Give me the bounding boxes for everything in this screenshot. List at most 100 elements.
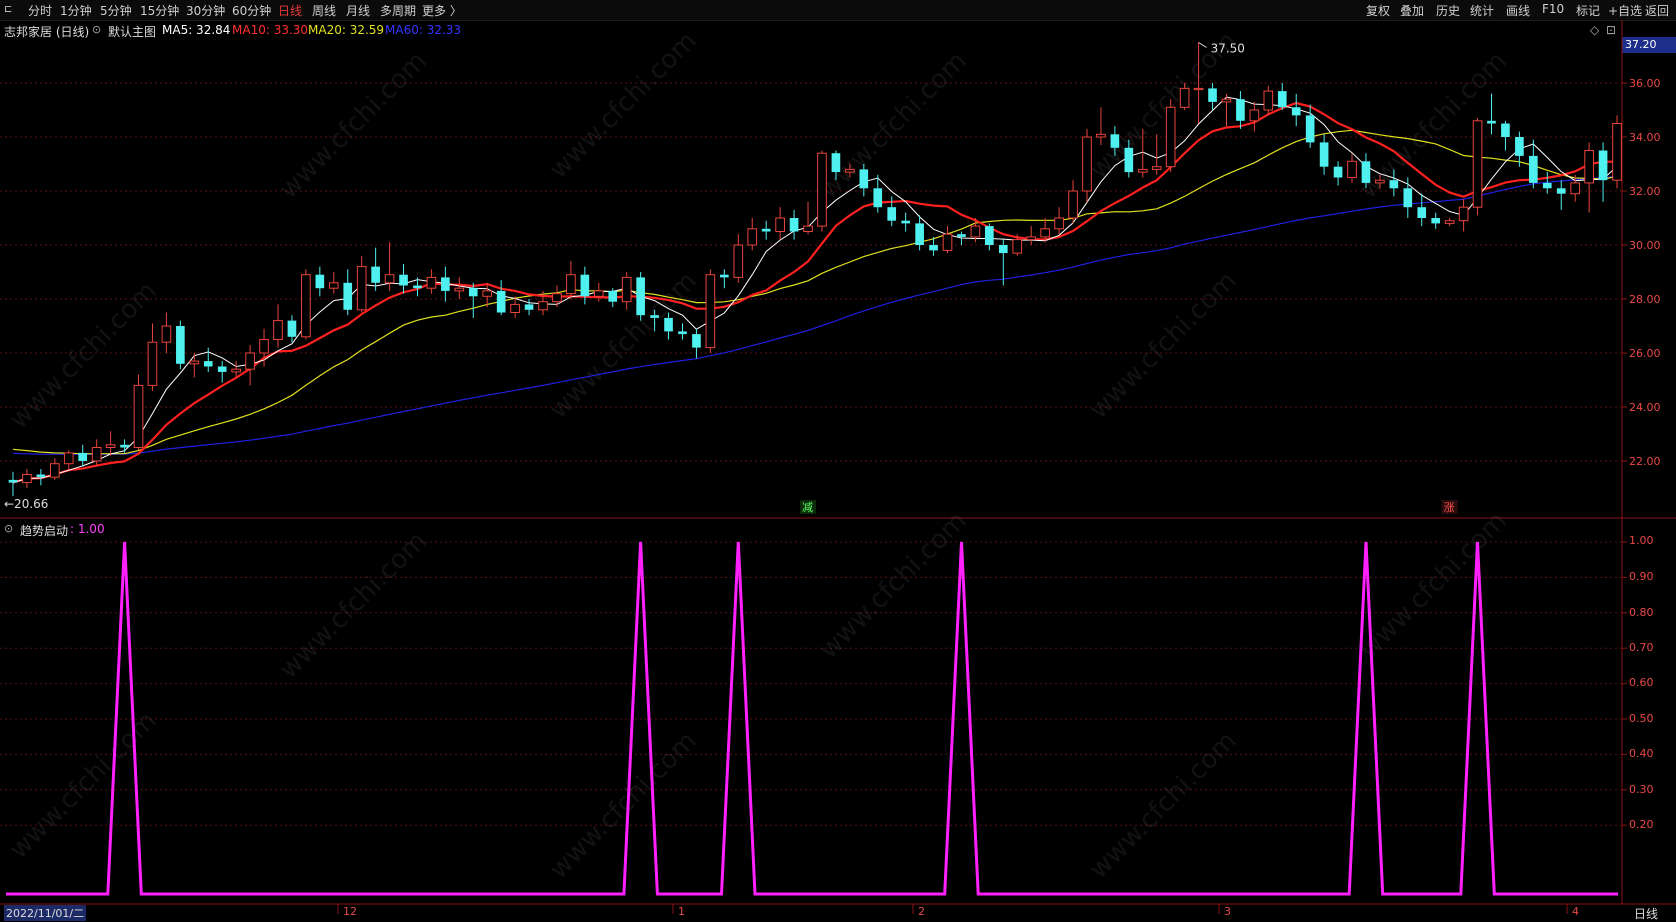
indicator-axis-label: 0.50 [1629,712,1654,725]
candle-body-up [482,290,493,297]
candle-body-down [78,452,88,461]
candle-body-up [747,228,758,246]
watermark-text: www.cfchi.com [274,46,433,205]
candle-body-down [371,266,380,283]
candle-body-up [1347,160,1357,179]
candle-body-up [1012,239,1023,254]
trend-signal-line [6,541,1618,896]
indicator-axis-label: 0.90 [1629,570,1654,583]
candle-body-up [733,244,744,278]
candle-body-up [189,360,200,365]
candle-body-up [775,217,785,232]
candle-body-up [817,152,827,227]
price-axis-label: 26.00 [1629,347,1661,360]
candle-body-down [1529,155,1538,183]
price-axis-label: 24.00 [1629,401,1661,414]
candle-body-down [957,234,966,237]
candle-body-down [1110,134,1120,148]
period-button[interactable]: 日线 [1634,905,1658,922]
candle-body-down [692,334,701,348]
candle-body-down [761,228,771,232]
candle-body-up [1026,236,1037,241]
candle-body-up [1165,106,1176,168]
candle-body-up [22,474,32,484]
candle-body-down [1515,137,1524,156]
candle-body-down [203,361,213,367]
candle-body-down [1501,123,1510,137]
candle-body-up [259,339,269,354]
high-price-label: 37.50 [1211,42,1245,56]
candle-body-up [705,274,716,349]
candle-body-down [343,282,353,310]
candle-body-up [328,282,339,289]
candle-body-up [970,225,981,238]
candle-body-up [1096,133,1106,138]
candle-body-up [49,463,60,478]
candle-body-up [1444,220,1455,224]
candle-body-up [426,276,437,289]
candle-body-up [1375,179,1385,184]
candle-body-up [384,274,395,284]
candle-body-up [1472,120,1483,208]
candle-body-down [1487,120,1496,124]
candle-body-down [1124,147,1134,173]
candle-body-up [1040,228,1050,238]
candle-body-down [1431,218,1441,224]
candle-body-down [608,290,618,302]
candle-body-down [915,223,924,245]
candle-body-down [315,274,325,289]
candle-body-up [552,293,562,303]
marker-up-label: 涨 [1444,501,1455,514]
x-tick-label: 12 [343,905,357,918]
candle-body-up [621,276,632,303]
candle-body-up [803,225,813,233]
candle-body-down [120,444,129,448]
x-tick-label: 3 [1224,905,1231,918]
candle-body-down [1403,188,1413,208]
candle-body-down [496,290,506,313]
candle-body-up [161,325,172,343]
price-axis-label: 28.00 [1629,293,1661,306]
ma5-line [12,96,1618,484]
candle-body-up [1193,87,1204,91]
candle-body-up [1249,109,1260,122]
candle-body-down [580,274,590,297]
candle-body-up [231,368,241,373]
watermark-text: www.cfchi.com [814,506,973,665]
candle-body-down [1361,161,1371,183]
candle-body-down [1305,115,1315,143]
candle-body-up [1068,190,1078,219]
candle-body-up [105,444,116,448]
watermark-text: www.cfchi.com [1084,266,1243,425]
candle-body-down [678,331,687,335]
price-axis-label: 34.00 [1629,131,1661,144]
candle-body-up [147,341,158,386]
candle-body-down [831,153,841,173]
kline-chart[interactable]: www.cfchi.com www.cfchi.com www.cfchi.com w… [0,0,1676,922]
candle-body-down [524,304,534,310]
candle-body-down [413,285,422,289]
candle-body-up [1584,150,1594,184]
watermark-text: www.cfchi.com [1084,726,1243,885]
indicator-axis-label: 0.40 [1629,747,1654,760]
low-price-label: ←20.66 [4,497,48,511]
price-axis-label: 36.00 [1629,77,1661,90]
candle-body-down [176,326,185,364]
candle-body-down [468,288,478,297]
candle-body-up [273,320,283,341]
candle-body-up [1570,182,1581,195]
candle-body-down [873,188,883,208]
watermark-text: www.cfchi.com [1354,506,1513,665]
candle-body-up [593,290,604,297]
candle-body-down [1236,99,1245,121]
candle-body-down [8,479,18,483]
candle-body-up [566,274,576,295]
indicator-axis-label: 0.60 [1629,676,1654,689]
candle-body-up [845,168,855,173]
candle-body-up [245,352,255,370]
candle-body-down [636,277,645,316]
marker-down-label: 减 [802,501,813,514]
candle-body-up [510,303,520,313]
candle-body-up [942,233,953,251]
candle-body-up [1458,206,1469,222]
